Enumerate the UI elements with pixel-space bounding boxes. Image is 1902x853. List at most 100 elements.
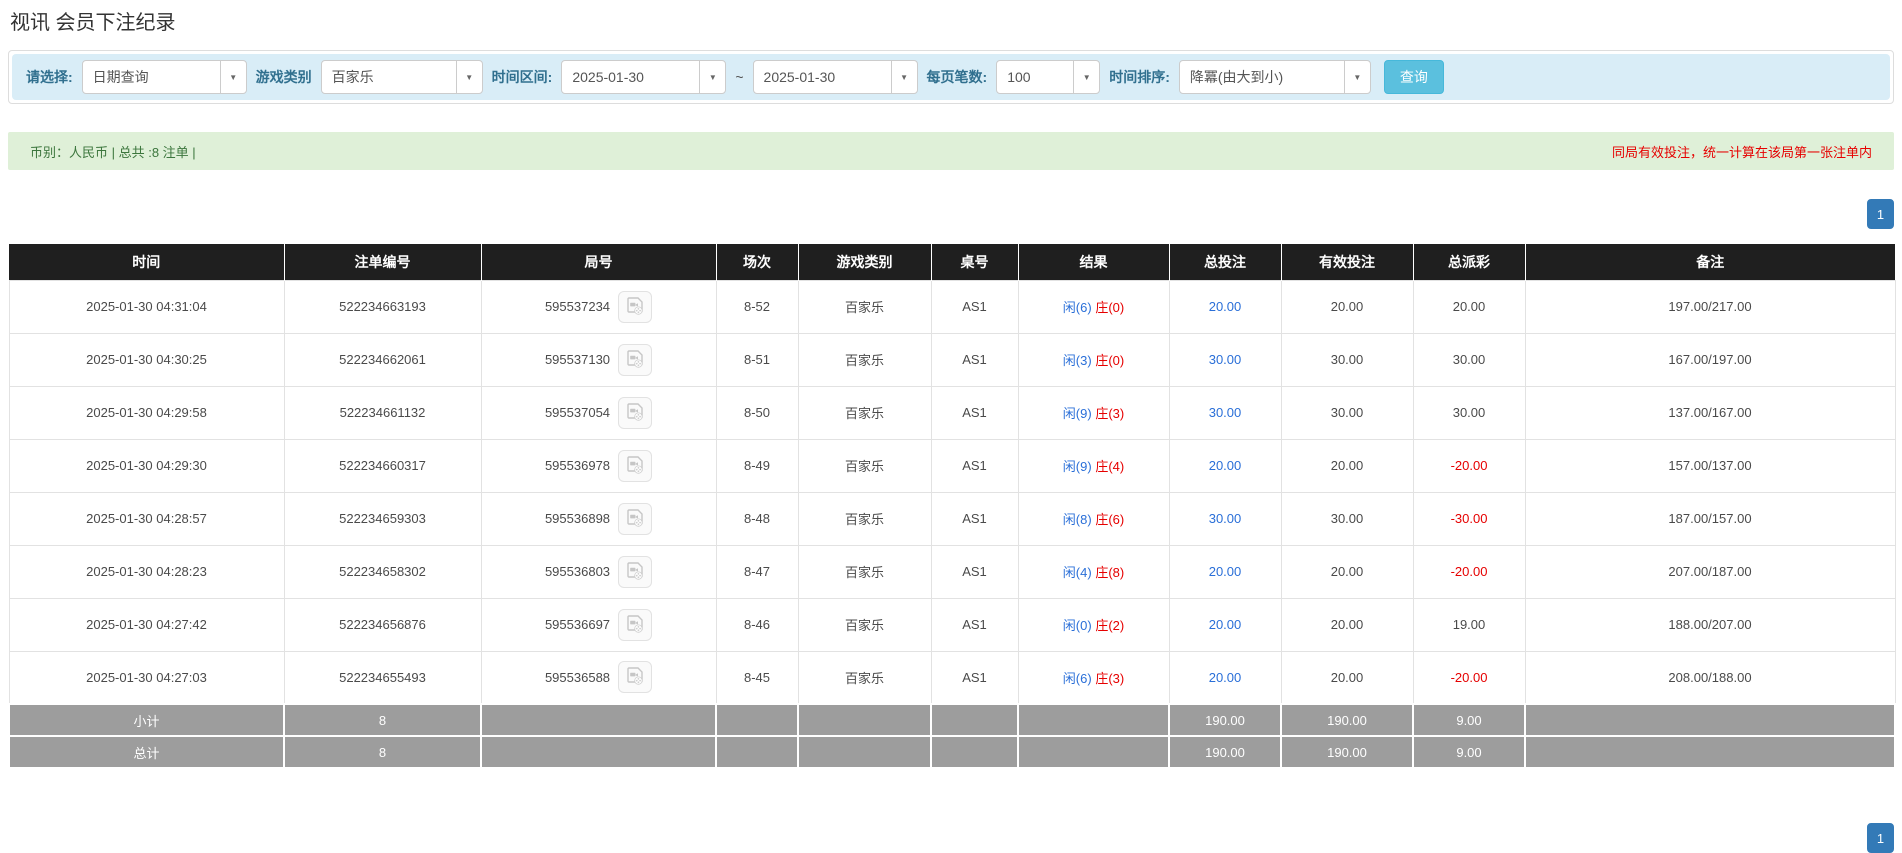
total-bet-link[interactable]: 30.00 <box>1209 511 1242 526</box>
empty-cell <box>1017 735 1170 769</box>
subtotal-label: 小计 <box>8 703 285 737</box>
remark: 207.00/187.00 <box>1524 544 1896 599</box>
payout: -30.00 <box>1412 491 1526 546</box>
result-banker: 庄(0) <box>1095 300 1125 315</box>
table-number: AS1 <box>930 597 1019 652</box>
date-to-value: 2025-01-30 <box>763 69 836 85</box>
subtotal-count: 8 <box>283 703 482 737</box>
total-count: 8 <box>283 735 482 769</box>
chevron-down-icon: ▼ <box>1343 61 1370 93</box>
game-category-select[interactable]: 百家乐 ▼ <box>320 60 483 94</box>
total-bet-cell: 30.00 <box>1168 332 1282 387</box>
result-banker: 庄(3) <box>1095 406 1125 421</box>
date-to-select[interactable]: 2025-01-30 ▼ <box>752 60 918 94</box>
session-number: 8-49 <box>715 438 799 493</box>
video-replay-icon <box>627 614 643 633</box>
result-player: 闲(4) <box>1062 565 1092 580</box>
total-bet-cell: 20.00 <box>1168 544 1282 599</box>
video-replay-button[interactable] <box>618 396 653 429</box>
total-payout: 9.00 <box>1412 735 1526 769</box>
result-banker: 庄(8) <box>1095 565 1125 580</box>
round-id-cell: 595536588 <box>480 650 717 705</box>
valid-bet: 20.00 <box>1280 597 1414 652</box>
total-bet-link[interactable]: 20.00 <box>1209 617 1242 632</box>
query-type-select[interactable]: 日期查询 ▼ <box>81 60 247 94</box>
date-from-select[interactable]: 2025-01-30 ▼ <box>561 60 727 94</box>
page-size-select[interactable]: 100 ▼ <box>996 60 1101 94</box>
bet-id: 522234662061 <box>283 332 482 387</box>
result-banker: 庄(6) <box>1095 512 1125 527</box>
page-size-label: 每页笔数: <box>926 69 988 85</box>
total-bet-link[interactable]: 30.00 <box>1209 405 1242 420</box>
table-number: AS1 <box>930 385 1019 440</box>
remark: 187.00/157.00 <box>1524 491 1896 546</box>
valid-bet: 20.00 <box>1280 279 1414 334</box>
filter-bar: 请选择: 日期查询 ▼ 游戏类别 百家乐 ▼ 时间区间: 2025-01-30 … <box>12 54 1890 100</box>
video-replay-button[interactable] <box>618 661 653 694</box>
col-header-payout: 总派彩 <box>1413 244 1526 280</box>
filter-panel: 请选择: 日期查询 ▼ 游戏类别 百家乐 ▼ 时间区间: 2025-01-30 … <box>8 50 1894 104</box>
game-category: 百家乐 <box>797 438 932 493</box>
round-id-cell: 595536978 <box>480 438 717 493</box>
sort-order-select[interactable]: 降冪(由大到小) ▼ <box>1178 60 1371 94</box>
bet-id: 522234663193 <box>283 279 482 334</box>
col-header-game: 游戏类别 <box>798 244 932 280</box>
empty-cell <box>930 735 1019 769</box>
remark: 157.00/137.00 <box>1524 438 1896 493</box>
empty-cell <box>715 703 799 737</box>
video-replay-button[interactable] <box>618 290 653 323</box>
total-label: 总计 <box>8 735 285 769</box>
video-replay-icon <box>627 296 643 315</box>
game-category: 百家乐 <box>797 491 932 546</box>
total-bet-link[interactable]: 30.00 <box>1209 352 1242 367</box>
video-replay-button[interactable] <box>618 449 653 482</box>
bet-id: 522234656876 <box>283 597 482 652</box>
empty-cell <box>1524 735 1896 769</box>
col-header-bet-id: 注单编号 <box>284 244 482 280</box>
total-valid-bet: 190.00 <box>1280 735 1414 769</box>
table-number: AS1 <box>930 438 1019 493</box>
result-banker: 庄(2) <box>1095 618 1125 633</box>
round-id: 595536697 <box>544 617 611 632</box>
total-bet-link[interactable]: 20.00 <box>1209 670 1242 685</box>
total-bet-cell: 20.00 <box>1168 650 1282 705</box>
round-id: 595537130 <box>544 352 611 367</box>
empty-cell <box>715 735 799 769</box>
chevron-down-icon: ▼ <box>1073 61 1099 93</box>
total-bet-link[interactable]: 20.00 <box>1209 564 1242 579</box>
bet-time: 2025-01-30 04:27:42 <box>8 597 285 652</box>
result-cell: 闲(0) 庄(2) <box>1017 597 1170 652</box>
bet-id: 522234658302 <box>283 544 482 599</box>
round-id-cell: 595537130 <box>480 332 717 387</box>
table-number: AS1 <box>930 279 1019 334</box>
payout: -20.00 <box>1412 438 1526 493</box>
table-row: 2025-01-30 04:27:42 522234656876 5955366… <box>8 597 1896 652</box>
table-number: AS1 <box>930 332 1019 387</box>
video-replay-button[interactable] <box>618 608 653 641</box>
table-row: 2025-01-30 04:29:30 522234660317 5955369… <box>8 438 1896 493</box>
payout: -20.00 <box>1412 544 1526 599</box>
round-id-cell: 595537054 <box>480 385 717 440</box>
pagination-bottom-page-1-button[interactable]: 1 <box>1867 823 1894 853</box>
pagination-page-1-button[interactable]: 1 <box>1867 199 1894 229</box>
round-id: 595536588 <box>544 669 611 685</box>
video-replay-button[interactable] <box>618 343 653 376</box>
remark: 197.00/217.00 <box>1524 279 1896 334</box>
sort-order-value: 降冪(由大到小) <box>1189 69 1284 85</box>
result-player: 闲(0) <box>1062 618 1092 633</box>
empty-cell <box>480 703 717 737</box>
total-bet-link[interactable]: 20.00 <box>1209 299 1242 314</box>
round-id-cell: 595536697 <box>480 597 717 652</box>
game-category: 百家乐 <box>797 332 932 387</box>
bet-time: 2025-01-30 04:30:25 <box>8 332 285 387</box>
search-button[interactable]: 查询 <box>1383 60 1444 94</box>
table-row: 2025-01-30 04:31:04 522234663193 5955372… <box>8 279 1896 334</box>
empty-cell <box>930 703 1019 737</box>
game-category: 百家乐 <box>797 650 932 705</box>
video-replay-button[interactable] <box>618 555 653 588</box>
total-bet-link[interactable]: 20.00 <box>1209 458 1242 473</box>
video-replay-icon <box>627 349 643 368</box>
video-replay-button[interactable] <box>618 502 653 535</box>
result-cell: 闲(9) 庄(3) <box>1017 385 1170 440</box>
session-number: 8-48 <box>715 491 799 546</box>
